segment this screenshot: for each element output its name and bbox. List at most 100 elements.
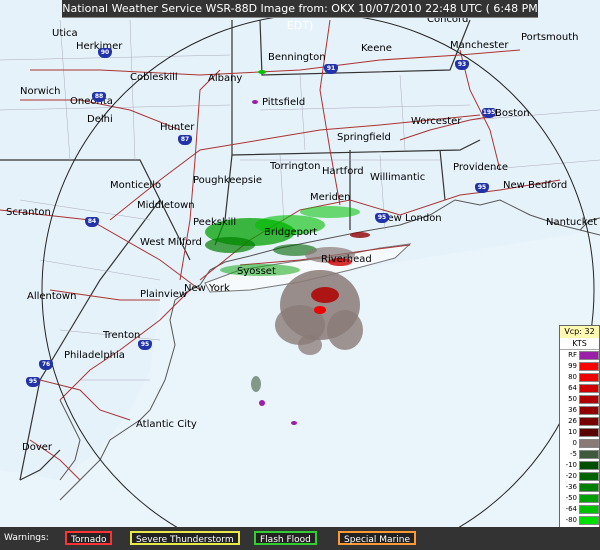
city-label: New York bbox=[184, 283, 230, 294]
city-label: Cobleskill bbox=[130, 72, 178, 83]
legend-row: -50 bbox=[560, 493, 599, 504]
interstate-shield: 93 bbox=[455, 60, 469, 70]
velocity-legend: Vcp: 32 KTS RF 99 80 64 50 36 26 10 0 -5 -10 -20 -36… bbox=[559, 325, 600, 548]
radar-viewer: Concord Utica Herkimer Keene Manchester … bbox=[0, 0, 600, 550]
warning-flash-flood[interactable]: Flash Flood bbox=[254, 531, 317, 545]
legend-color-swatch bbox=[579, 494, 599, 503]
legend-color-swatch bbox=[579, 428, 599, 437]
city-label: Pittsfield bbox=[262, 97, 306, 108]
city-label: Hartford bbox=[322, 166, 364, 177]
warnings-label: Warnings: bbox=[4, 533, 49, 543]
legend-value-label: 10 bbox=[568, 428, 577, 436]
legend-value-label: -10 bbox=[565, 461, 577, 469]
legend-row: -5 bbox=[560, 449, 599, 460]
legend-value-label: -20 bbox=[565, 472, 577, 480]
city-label: Delhi bbox=[87, 114, 113, 125]
interstate-shield: 84 bbox=[85, 217, 99, 227]
warning-tornado[interactable]: Tornado bbox=[65, 531, 113, 545]
legend-value-label: 80 bbox=[568, 373, 577, 381]
city-label: Trenton bbox=[103, 330, 141, 341]
legend-color-swatch bbox=[579, 450, 599, 459]
legend-row: 64 bbox=[560, 383, 599, 394]
legend-color-swatch bbox=[579, 384, 599, 393]
legend-value-label: -36 bbox=[565, 483, 577, 491]
legend-row: 0 bbox=[560, 438, 599, 449]
legend-value-label: 64 bbox=[568, 384, 577, 392]
city-label: Utica bbox=[52, 28, 78, 39]
legend-color-swatch bbox=[579, 472, 599, 481]
city-label: Syosset bbox=[237, 266, 276, 277]
city-label: New London bbox=[380, 213, 442, 224]
legend-row: -64 bbox=[560, 504, 599, 515]
legend-value-label: 26 bbox=[568, 417, 577, 425]
interstate-shield: 95 bbox=[375, 213, 389, 223]
legend-value-label: RF bbox=[568, 351, 577, 359]
interstate-shield: 87 bbox=[178, 135, 192, 145]
legend-value-label: -5 bbox=[570, 450, 577, 458]
legend-color-swatch bbox=[579, 483, 599, 492]
interstate-shield: 95 bbox=[475, 183, 489, 193]
city-label: Philadelphia bbox=[64, 350, 125, 361]
legend-value-label: -80 bbox=[565, 516, 577, 524]
legend-color-swatch bbox=[579, 439, 599, 448]
city-label: Monticello bbox=[110, 180, 162, 191]
legend-value-label: 36 bbox=[568, 406, 577, 414]
city-label: Meriden bbox=[310, 192, 351, 203]
city-label: Manchester bbox=[450, 40, 509, 51]
interstate-shield: 95 bbox=[138, 340, 152, 350]
legend-color-swatch bbox=[579, 461, 599, 470]
city-label: Scranton bbox=[6, 207, 51, 218]
city-label: Bennington bbox=[268, 52, 326, 63]
legend-color-swatch bbox=[579, 362, 599, 371]
legend-color-swatch bbox=[579, 406, 599, 415]
city-label: Dover bbox=[22, 442, 52, 453]
legend-color-swatch bbox=[579, 395, 599, 404]
warning-severe-thunderstorm[interactable]: Severe Thunderstorm bbox=[130, 531, 240, 545]
city-label: Peekskill bbox=[193, 217, 237, 228]
city-label: Boston bbox=[495, 108, 530, 119]
legend-vcp: Vcp: 32 bbox=[560, 326, 599, 338]
city-label: Worcester bbox=[411, 116, 462, 127]
city-label: Norwich bbox=[20, 86, 61, 97]
legend-row: -36 bbox=[560, 482, 599, 493]
interstate-shield: 76 bbox=[39, 360, 53, 370]
legend-row: 10 bbox=[560, 427, 599, 438]
legend-row: -80 bbox=[560, 515, 599, 526]
legend-value-label: 50 bbox=[568, 395, 577, 403]
city-label: Allentown bbox=[27, 291, 77, 302]
legend-row: -20 bbox=[560, 471, 599, 482]
interstate-shield: 195 bbox=[482, 108, 496, 118]
interstate-shield: 90 bbox=[98, 48, 112, 58]
city-label: Hunter bbox=[160, 122, 195, 133]
interstate-shield: 91 bbox=[324, 64, 338, 74]
city-label: Middletown bbox=[137, 200, 195, 211]
legend-rows: RF998064503626100-5-10-20-36-50-64-80-99… bbox=[560, 350, 599, 548]
legend-row: 50 bbox=[560, 394, 599, 405]
city-label: Riverhead bbox=[321, 254, 372, 265]
legend-row: 99 bbox=[560, 361, 599, 372]
legend-row: RF bbox=[560, 350, 599, 361]
legend-color-swatch bbox=[579, 373, 599, 382]
legend-value-label: -50 bbox=[565, 494, 577, 502]
city-label: Torrington bbox=[270, 161, 321, 172]
city-label: Poughkeepsie bbox=[193, 175, 263, 186]
legend-row: 26 bbox=[560, 416, 599, 427]
city-label: Nantucket bbox=[546, 217, 598, 228]
legend-value-label: -64 bbox=[565, 505, 577, 513]
legend-color-swatch bbox=[579, 417, 599, 426]
legend-color-swatch bbox=[579, 505, 599, 514]
city-label: West Milford bbox=[140, 237, 202, 248]
legend-color-swatch bbox=[579, 351, 599, 360]
legend-value-label: 99 bbox=[568, 362, 577, 370]
legend-row: 36 bbox=[560, 405, 599, 416]
legend-row: 80 bbox=[560, 372, 599, 383]
base-map bbox=[0, 13, 600, 527]
legend-units: KTS bbox=[560, 338, 599, 350]
warning-special-marine[interactable]: Special Marine bbox=[338, 531, 417, 545]
city-label: Keene bbox=[361, 43, 392, 54]
interstate-shield: 95 bbox=[26, 377, 40, 387]
image-title: National Weather Service WSR-88D Image f… bbox=[62, 0, 538, 32]
city-label: New Bedford bbox=[503, 180, 568, 191]
legend-color-swatch bbox=[579, 516, 599, 525]
city-label: Springfield bbox=[337, 132, 391, 143]
